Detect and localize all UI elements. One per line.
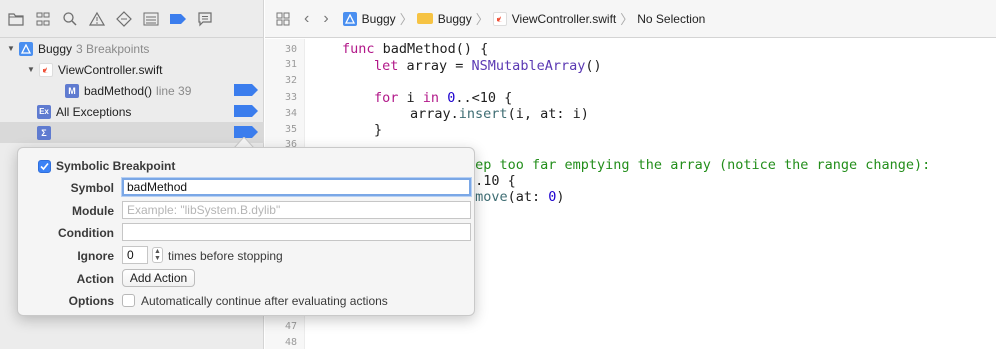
back-chevron-icon[interactable]: ‹: [304, 10, 309, 28]
tree-row-breakpoint-symbolic[interactable]: Σ: [0, 122, 264, 143]
options-label: Options: [68, 294, 114, 308]
search-icon[interactable]: [60, 9, 80, 29]
breadcrumb-project-label: Buggy: [361, 11, 396, 26]
auto-continue-checkbox[interactable]: [122, 294, 135, 307]
breadcrumb-file-label: ViewController.swift: [511, 11, 617, 26]
symbol-field[interactable]: [122, 178, 471, 196]
options-row: Options Automatically continue after eva…: [18, 291, 476, 311]
ignore-count-field[interactable]: [122, 246, 148, 264]
breakpoint-enabled-checkbox[interactable]: [38, 160, 51, 173]
symbolic-badge-icon: Σ: [37, 125, 51, 140]
ignore-stepper[interactable]: ▲ ▼: [152, 247, 163, 263]
code-comment: tep too far emptying the array (notice t…: [467, 157, 931, 173]
project-icon: [342, 11, 357, 26]
code-line: array.insert(i, at: i): [410, 106, 589, 122]
action-label: Action: [76, 272, 114, 286]
condition-label: Condition: [58, 226, 114, 240]
module-row: Module: [18, 201, 476, 221]
add-action-button[interactable]: Add Action: [122, 269, 195, 287]
breadcrumb-folder[interactable]: Buggy: [416, 11, 472, 26]
code-line: func badMethod() {: [342, 41, 489, 57]
project-name: Buggy: [38, 41, 73, 56]
breakpoint-enabled-icon[interactable]: [234, 84, 258, 96]
breakpoint-enabled-icon[interactable]: [234, 105, 258, 117]
warning-icon[interactable]: [87, 9, 107, 29]
breadcrumb-symbol[interactable]: No Selection: [637, 12, 705, 26]
disclosure-triangle-icon[interactable]: ▼: [26, 65, 36, 74]
line-number: 34: [284, 108, 297, 119]
forward-chevron-icon[interactable]: ›: [323, 10, 328, 28]
ignore-label: Ignore: [77, 249, 114, 263]
tree-row-file[interactable]: ▼ ViewController.swift: [0, 59, 264, 80]
line-number: 32: [284, 75, 297, 86]
line-number: 33: [284, 92, 297, 103]
action-row: Action Add Action: [18, 269, 476, 289]
module-label: Module: [72, 204, 114, 218]
ignore-suffix-label: times before stopping: [168, 249, 283, 263]
tree-row-breakpoint-exceptions[interactable]: Ex All Exceptions: [0, 101, 264, 122]
module-field[interactable]: [122, 201, 471, 219]
disclosure-triangle-icon[interactable]: ▼: [6, 44, 16, 53]
breadcrumb-folder-label: Buggy: [437, 11, 472, 26]
folder-icon: [416, 13, 433, 24]
test-diamond-icon[interactable]: [114, 9, 134, 29]
line-number: 35: [284, 124, 297, 135]
breadcrumb-project[interactable]: Buggy: [342, 11, 396, 26]
breadcrumb-symbol-label: No Selection: [637, 11, 706, 26]
ignore-row: Ignore ▲▼ times before stopping: [18, 246, 476, 266]
line-number: 47: [284, 321, 297, 332]
breakpoint-method-name: badMethod(): [84, 83, 153, 98]
related-items-grid-icon[interactable]: [276, 12, 290, 26]
swift-file-icon: [492, 11, 507, 26]
line-number: 31: [284, 59, 297, 70]
tree-row-breakpoint-method[interactable]: M badMethod() line 39: [0, 80, 264, 101]
navigator-toolbar: [0, 0, 264, 38]
breadcrumb-separator-icon: 〉: [620, 12, 634, 27]
breakpoint-method-line: line 39: [156, 83, 192, 98]
tree-row-project[interactable]: ▼ Buggy 3 Breakpoints: [0, 38, 264, 59]
method-badge-icon: M: [65, 83, 79, 98]
line-number: 48: [284, 337, 297, 348]
file-name: ViewController.swift: [58, 62, 163, 77]
code-line: }: [374, 122, 383, 138]
condition-row: Condition: [18, 223, 476, 243]
popover-title: Symbolic Breakpoint: [56, 159, 176, 173]
breakpoint-editor-popover: Symbolic Breakpoint Symbol Module Condit…: [17, 147, 475, 316]
project-icon: [19, 41, 33, 56]
hierarchy-icon[interactable]: [33, 9, 53, 29]
code-line: emove(at: 0): [467, 189, 565, 205]
code-line: let array = NSMutableArray(): [374, 58, 602, 74]
swift-file-icon: [39, 62, 53, 77]
debug-list-icon[interactable]: [141, 9, 161, 29]
report-bubble-icon[interactable]: [195, 9, 215, 29]
condition-field[interactable]: [122, 223, 471, 241]
breakpoint-tag-icon[interactable]: [168, 9, 188, 29]
folder-icon[interactable]: [6, 9, 26, 29]
breadcrumb-file[interactable]: ViewController.swift: [492, 11, 617, 26]
symbol-row: Symbol: [18, 178, 476, 198]
breadcrumb-separator-icon: 〉: [399, 12, 413, 27]
symbol-label: Symbol: [70, 181, 114, 195]
auto-continue-label: Automatically continue after evaluating …: [141, 294, 388, 308]
checkmark-icon: [40, 162, 49, 171]
exception-badge-icon: Ex: [37, 104, 51, 119]
line-number: 30: [284, 44, 297, 55]
code-line: for i in 0..<10 {: [374, 90, 513, 106]
breadcrumb-separator-icon: 〉: [475, 12, 489, 27]
breakpoint-exceptions-name: All Exceptions: [56, 104, 132, 119]
jump-bar: ‹ › Buggy 〉 Buggy 〉 ViewController.swift…: [265, 0, 996, 38]
project-breakpoint-count: 3 Breakpoints: [76, 41, 150, 56]
